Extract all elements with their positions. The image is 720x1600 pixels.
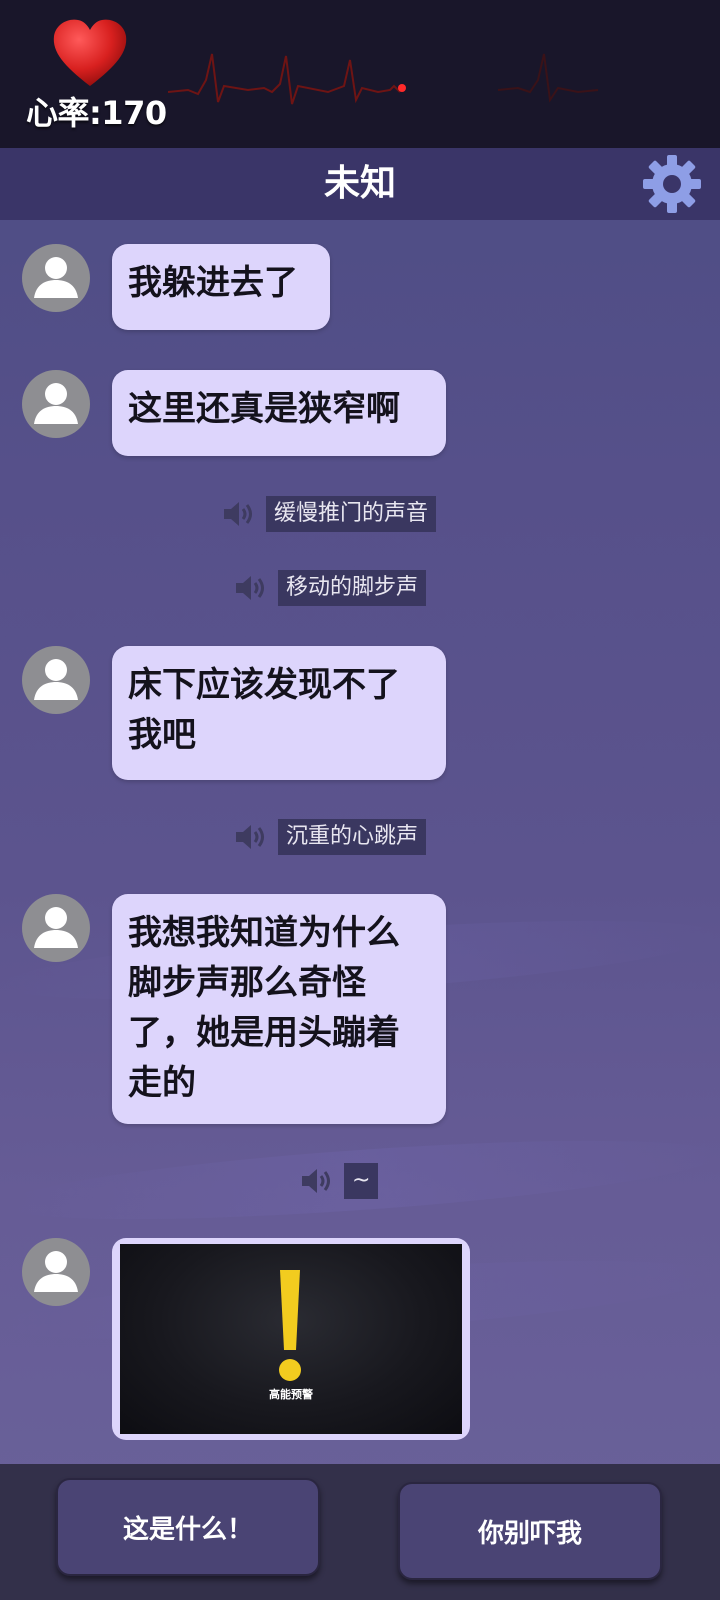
- avatar: [22, 370, 90, 438]
- sound-effect-text: 沉重的心跳声: [278, 819, 427, 855]
- message-bubble: 我想我知道为什么脚步声那么奇怪了，她是用头蹦着走的: [112, 894, 446, 1124]
- avatar: [22, 894, 90, 962]
- speaker-icon: [224, 502, 252, 526]
- gear-icon[interactable]: [640, 152, 704, 216]
- sound-effect: 移动的脚步声: [234, 570, 427, 606]
- warning-caption: 高能预警: [269, 1388, 313, 1401]
- ecg-line: [168, 53, 599, 105]
- message-bubble: 这里还真是狭窄啊: [112, 370, 446, 456]
- sound-effect-text: ~: [344, 1163, 379, 1199]
- sound-effect: 沉重的心跳声: [234, 819, 427, 855]
- exclamation-icon: [279, 1270, 301, 1381]
- sound-effect: 缓慢推门的声音: [222, 496, 437, 532]
- image-message[interactable]: 高能预警: [112, 1238, 470, 1440]
- sound-effect-text: 缓慢推门的声音: [266, 496, 437, 532]
- avatar: [22, 244, 90, 312]
- choice-bar: 这是什么！ 你别吓我: [0, 1464, 720, 1600]
- sound-effect-text: 移动的脚步声: [278, 570, 427, 606]
- choice-button-dont-scare-me[interactable]: 你别吓我: [398, 1482, 662, 1580]
- speaker-icon: [236, 825, 264, 849]
- heart-icon: [53, 19, 127, 86]
- warning-image: 高能预警: [120, 1244, 462, 1434]
- sound-effect: ~: [300, 1163, 379, 1199]
- message-bubble: 床下应该发现不了我吧: [112, 646, 446, 780]
- choice-button-what-is-this[interactable]: 这是什么！: [56, 1478, 320, 1576]
- heart-rate-label: 心率:170: [26, 94, 167, 132]
- speaker-icon: [302, 1169, 330, 1193]
- message-bubble: 我躲进去了: [112, 244, 330, 330]
- chat-title: 未知: [323, 163, 396, 204]
- title-bar: 未知: [0, 148, 720, 220]
- avatar: [22, 1238, 90, 1306]
- speaker-icon: [236, 576, 264, 600]
- avatar: [22, 646, 90, 714]
- heart-rate-bar: 心率:170: [0, 0, 720, 148]
